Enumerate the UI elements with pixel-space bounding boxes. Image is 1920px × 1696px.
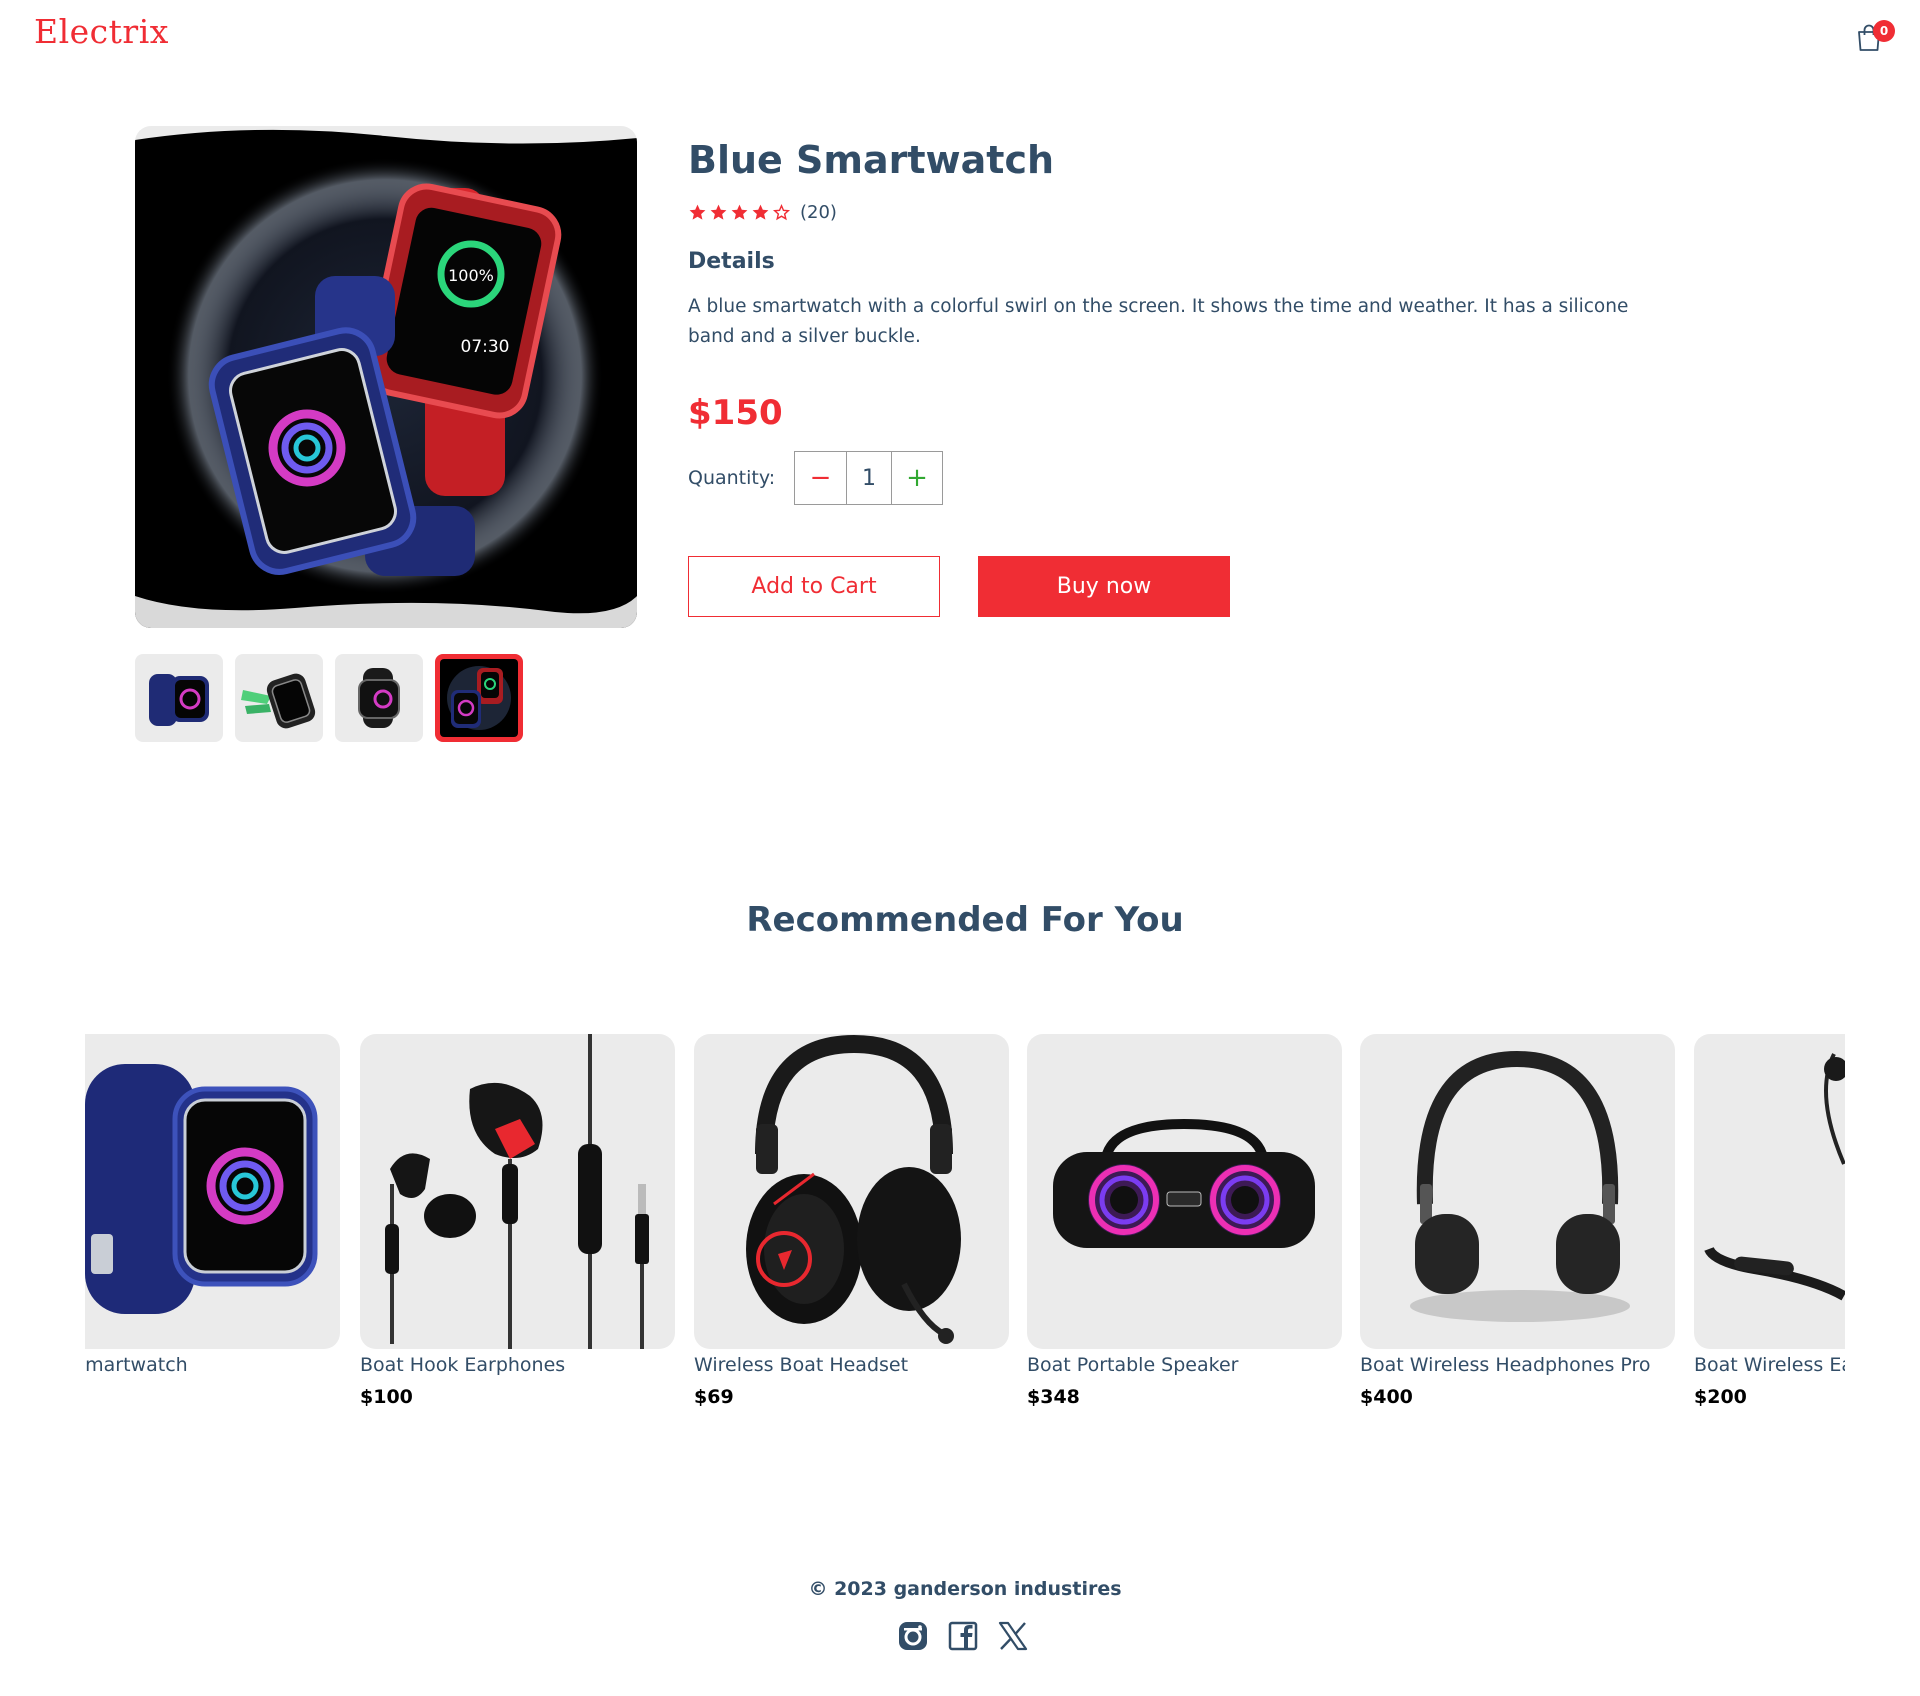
svg-text:07:30: 07:30 [461, 337, 510, 357]
thumbnail-4[interactable] [435, 654, 523, 742]
thumbnail-3[interactable] [335, 654, 423, 742]
main-product-image: 100% 07:30 [135, 126, 637, 628]
recommended-heading: Recommended For You [746, 900, 1184, 940]
social-links [897, 1620, 1029, 1652]
star-outline-icon [772, 203, 791, 221]
neckband-image [1694, 1034, 1845, 1349]
product-card-name: Boat Hook Earphones [360, 1354, 566, 1376]
product-description: A blue smartwatch with a colorful swirl … [688, 296, 1629, 347]
x-icon[interactable] [997, 1620, 1029, 1652]
star-filled-icon [752, 204, 769, 220]
instagram-icon[interactable] [897, 1620, 929, 1652]
product-price: $150 [688, 393, 783, 433]
speaker-image [1027, 1034, 1342, 1349]
product-card-name: Wireless Boat Headset [694, 1354, 909, 1376]
smartwatch-image [85, 1034, 340, 1349]
thumbnail-2[interactable] [235, 654, 323, 742]
quantity-value: 1 [847, 452, 892, 504]
product-card[interactable]: Boat Wireless Ear $200 [1694, 1034, 1845, 1408]
product-card-price: $69 [694, 1386, 734, 1408]
star-filled-icon [710, 204, 727, 220]
product-card-price: $100 [360, 1386, 413, 1408]
product-card-price: $400 [1360, 1386, 1413, 1408]
cart-count-badge: 0 [1873, 20, 1895, 42]
quantity-stepper: − 1 + [794, 451, 943, 505]
product-card-name: Blue Smartwatch [85, 1354, 188, 1376]
product-card[interactable]: Boat Wireless Headphones Pro $400 [1360, 1034, 1675, 1408]
star-filled-icon [731, 204, 748, 220]
rating: (20) [688, 202, 837, 223]
product-card-price: $200 [1694, 1386, 1747, 1408]
quantity-increase-button[interactable]: + [892, 452, 942, 504]
details-heading: Details [688, 249, 775, 274]
rating-count: (20) [800, 202, 837, 223]
quantity-label: Quantity: [688, 467, 776, 489]
recommended-carousel: Blue Smartwatch Boat Hook Earphones [85, 1034, 1845, 1424]
quantity-decrease-button[interactable]: − [795, 452, 847, 504]
earphones-image [360, 1034, 675, 1349]
buy-now-button[interactable]: Buy now [978, 556, 1230, 617]
product-card[interactable]: Wireless Boat Headset $69 [694, 1034, 1009, 1408]
product-card-price: $348 [1027, 1386, 1080, 1408]
product-title: Blue Smartwatch [688, 138, 1055, 182]
star-filled-icon [689, 204, 706, 220]
svg-text:100%: 100% [448, 266, 494, 285]
add-to-cart-button[interactable]: Add to Cart [688, 556, 940, 617]
product-card-name: Boat Wireless Headphones Pro [1360, 1354, 1651, 1376]
product-card-name: Boat Wireless Ear [1694, 1354, 1845, 1376]
thumbnail-1[interactable] [135, 654, 223, 742]
footer-copyright: © 2023 ganderson industires [808, 1578, 1122, 1600]
product-card[interactable]: Boat Hook Earphones $100 [360, 1034, 675, 1408]
headphones-image [1360, 1034, 1675, 1349]
navbar: Electrix 0 [0, 0, 1920, 70]
logo[interactable]: Electrix [34, 12, 169, 51]
product-card[interactable]: Blue Smartwatch [85, 1034, 340, 1386]
headset-image [694, 1034, 1009, 1349]
product-card[interactable]: Boat Portable Speaker $348 [1027, 1034, 1342, 1408]
product-card-name: Boat Portable Speaker [1027, 1354, 1239, 1376]
facebook-icon[interactable] [947, 1620, 979, 1652]
